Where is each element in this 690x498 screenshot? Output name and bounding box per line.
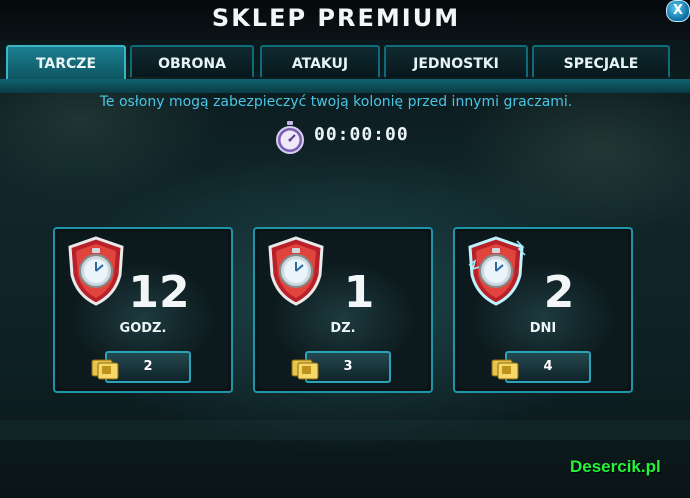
- shield-timer: 00:00:00: [314, 124, 409, 145]
- offer-unit: GODZ.: [119, 321, 167, 336]
- offer-unit: DZ.: [330, 321, 356, 336]
- close-button[interactable]: X: [666, 0, 690, 22]
- offer-unit: DNI: [529, 321, 557, 336]
- game-ui-strip: [0, 420, 690, 440]
- offer-amount: 12: [128, 267, 190, 318]
- tab-bar: TARCZE OBRONA ATAKUJ JEDNOSTKI SPECJALE: [6, 45, 686, 81]
- shield-offer-2d[interactable]: 2 DNI 4: [453, 227, 633, 393]
- shield-offer-12h[interactable]: 12 GODZ. 2: [53, 227, 233, 393]
- tab-underline: [0, 79, 690, 93]
- coin-card-icon: [91, 359, 119, 380]
- window-title: SKLEP PREMIUM: [211, 4, 461, 32]
- tab-obrona[interactable]: OBRONA: [130, 45, 254, 77]
- offer-amount: 2: [543, 267, 575, 318]
- stopwatch-icon: [276, 121, 304, 154]
- shield-offer-1d[interactable]: 1 DZ. 3: [253, 227, 433, 393]
- tab-tarcze[interactable]: TARCZE: [6, 45, 126, 79]
- tab-atakuj[interactable]: ATAKUJ: [260, 45, 380, 77]
- offer-amount: 1: [343, 267, 375, 318]
- watermark: Desercik.pl: [570, 457, 661, 476]
- shop-description: Te osłony mogą zabezpieczyć twoją koloni…: [99, 94, 573, 110]
- tab-jednostki[interactable]: JEDNOSTKI: [384, 45, 528, 77]
- coin-card-icon: [291, 359, 319, 380]
- tab-specjale[interactable]: SPECJALE: [532, 45, 670, 77]
- coin-card-icon: [491, 359, 519, 380]
